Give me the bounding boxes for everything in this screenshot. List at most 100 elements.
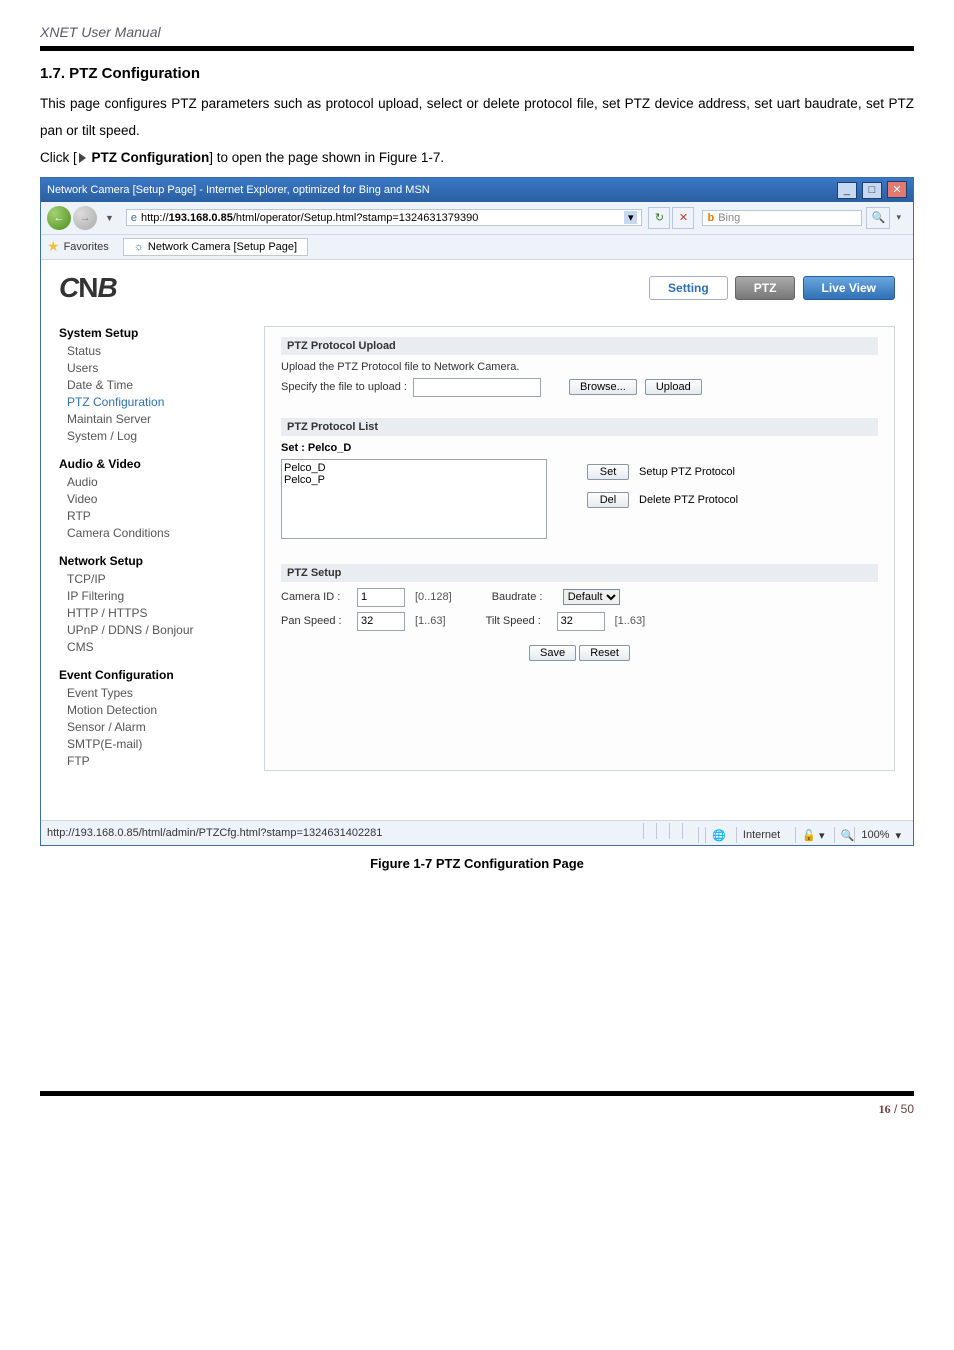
globe-icon: 🌐 (705, 827, 732, 843)
upload-file-input[interactable] (413, 378, 541, 397)
sidebar-item-datetime[interactable]: Date & Time (67, 378, 234, 392)
sidebar-item-upnp[interactable]: UPnP / DDNS / Bonjour (67, 623, 234, 637)
status-bar: http://193.168.0.85/html/admin/PTZCfg.ht… (41, 820, 913, 846)
stop-button[interactable]: ✕ (672, 207, 694, 229)
sidebar-group-event: Event Configuration (59, 668, 234, 682)
config-panel: PTZ Protocol Upload Upload the PTZ Proto… (264, 326, 895, 771)
page-number: 16 / 50 (40, 1102, 914, 1117)
sidebar-item-syslog[interactable]: System / Log (67, 429, 234, 443)
toolbar: ← → ▼ e http://193.168.0.85/html/operato… (41, 202, 913, 234)
sidebar-item-status[interactable]: Status (67, 344, 234, 358)
url-text: http://193.168.0.85/html/operator/Setup.… (141, 212, 620, 224)
history-dropdown-icon[interactable]: ▼ (105, 213, 114, 223)
list-item[interactable]: Pelco_D (284, 462, 544, 474)
panel-head-list: PTZ Protocol List (281, 418, 878, 436)
nav-live-view[interactable]: Live View (803, 276, 895, 300)
set-button[interactable]: Set (587, 464, 629, 480)
sidebar-item-video[interactable]: Video (67, 492, 234, 506)
sidebar-item-event-types[interactable]: Event Types (67, 686, 234, 700)
pan-speed-input[interactable] (357, 612, 405, 631)
maximize-button[interactable]: □ (862, 182, 882, 199)
sidebar-item-ipfilter[interactable]: IP Filtering (67, 589, 234, 603)
sidebar-item-maintain[interactable]: Maintain Server (67, 412, 234, 426)
protected-mode-icon[interactable]: 🔓 ▾ (795, 827, 830, 843)
baudrate-select[interactable]: Default (563, 589, 620, 605)
sidebar-item-audio[interactable]: Audio (67, 475, 234, 489)
panel-head-upload: PTZ Protocol Upload (281, 337, 878, 355)
reset-button[interactable]: Reset (579, 645, 630, 661)
upload-label: Specify the file to upload : (281, 381, 407, 393)
zoom-control[interactable]: 🔍 100% ▾ (834, 827, 907, 843)
protocol-listbox[interactable]: Pelco_D Pelco_P (281, 459, 547, 539)
upload-desc: Upload the PTZ Protocol file to Network … (281, 361, 872, 373)
del-desc: Delete PTZ Protocol (639, 494, 738, 506)
sidebar-item-ptz-config[interactable]: PTZ Configuration (67, 395, 234, 409)
window-title: Network Camera [Setup Page] - Internet E… (47, 184, 430, 196)
bing-icon: b (707, 212, 714, 224)
search-box[interactable]: b Bing (702, 210, 862, 226)
figure-caption: Figure 1-7 PTZ Configuration Page (40, 856, 914, 871)
sidebar: System Setup Status Users Date & Time PT… (59, 326, 234, 771)
camera-id-range: [0..128] (415, 591, 452, 603)
address-bar[interactable]: e http://193.168.0.85/html/operator/Setu… (126, 209, 643, 226)
search-placeholder: Bing (718, 212, 857, 224)
sidebar-item-camera-cond[interactable]: Camera Conditions (67, 526, 234, 540)
sidebar-item-motion[interactable]: Motion Detection (67, 703, 234, 717)
search-dropdown-icon[interactable]: ▾ (896, 212, 901, 223)
nav-pills: Setting PTZ Live View (645, 276, 895, 300)
sidebar-item-tcpip[interactable]: TCP/IP (67, 572, 234, 586)
tab-icon: ☼ (134, 241, 144, 253)
upload-button[interactable]: Upload (645, 379, 702, 395)
nav-ptz[interactable]: PTZ (735, 276, 796, 300)
brand-logo: CNB (59, 272, 117, 304)
doc-title: XNET User Manual (40, 24, 914, 40)
sidebar-item-ftp[interactable]: FTP (67, 754, 234, 768)
sidebar-item-rtp[interactable]: RTP (67, 509, 234, 523)
ie-icon: e (131, 212, 137, 224)
nav-setting[interactable]: Setting (649, 276, 728, 300)
tab-title: Network Camera [Setup Page] (148, 241, 297, 253)
tilt-speed-input[interactable] (557, 612, 605, 631)
refresh-button[interactable]: ↻ (648, 207, 670, 229)
search-button[interactable]: 🔍 (866, 207, 890, 229)
forward-button[interactable]: → (73, 206, 97, 230)
sidebar-item-http[interactable]: HTTP / HTTPS (67, 606, 234, 620)
save-button[interactable]: Save (529, 645, 576, 661)
minimize-button[interactable]: _ (837, 182, 857, 199)
camera-id-label: Camera ID : (281, 591, 351, 603)
camera-id-input[interactable] (357, 588, 405, 607)
sidebar-item-users[interactable]: Users (67, 361, 234, 375)
divider (40, 46, 914, 51)
pan-speed-label: Pan Speed : (281, 615, 351, 627)
tilt-speed-label: Tilt Speed : (486, 615, 551, 627)
window-controls: _ □ ✕ (835, 181, 907, 199)
sidebar-item-sensor[interactable]: Sensor / Alarm (67, 720, 234, 734)
section-heading: 1.7. PTZ Configuration (40, 65, 914, 82)
sidebar-group-network: Network Setup (59, 554, 234, 568)
triangle-icon (79, 153, 86, 163)
set-desc: Setup PTZ Protocol (639, 466, 735, 478)
sidebar-group-av: Audio & Video (59, 457, 234, 471)
browse-button[interactable]: Browse... (569, 379, 637, 395)
footer-divider (40, 1091, 914, 1096)
close-button[interactable]: ✕ (887, 181, 907, 198)
sidebar-item-smtp[interactable]: SMTP(E-mail) (67, 737, 234, 751)
back-button[interactable]: ← (47, 206, 71, 230)
list-item[interactable]: Pelco_P (284, 474, 544, 486)
panel-head-setup: PTZ Setup (281, 564, 878, 582)
favorites-star-icon[interactable]: ★ (47, 238, 60, 255)
title-bar: Network Camera [Setup Page] - Internet E… (41, 178, 913, 202)
favorites-bar: ★ Favorites ☼ Network Camera [Setup Page… (41, 234, 913, 260)
paragraph-1: This page configures PTZ parameters such… (40, 90, 914, 144)
browser-window: Network Camera [Setup Page] - Internet E… (40, 177, 914, 846)
address-dropdown-icon[interactable]: ▾ (624, 211, 638, 224)
pan-speed-range: [1..63] (415, 615, 446, 627)
sidebar-group-system: System Setup (59, 326, 234, 340)
baudrate-label: Baudrate : (492, 591, 557, 603)
status-zone: Internet (736, 827, 786, 843)
set-label: Set : Pelco_D (281, 442, 878, 454)
tilt-speed-range: [1..63] (615, 615, 646, 627)
browser-tab[interactable]: ☼ Network Camera [Setup Page] (123, 238, 308, 256)
sidebar-item-cms[interactable]: CMS (67, 640, 234, 654)
del-button[interactable]: Del (587, 492, 629, 508)
